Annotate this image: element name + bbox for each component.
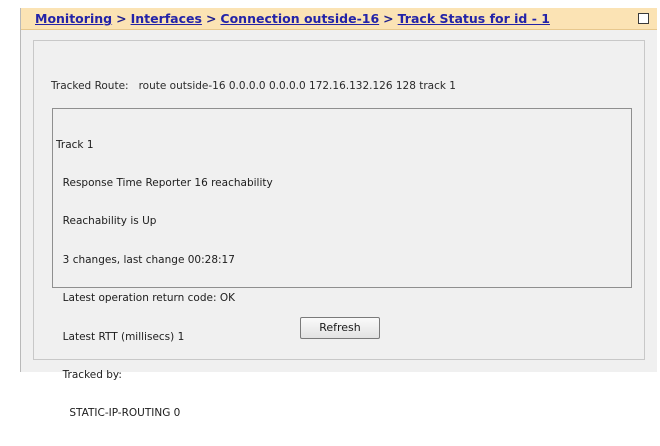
track-status-window: Monitoring > Interfaces > Connection outside… [20,8,657,419]
tracked-route: Tracked Route: route outside-16 0.0.0.0 0… [51,80,456,92]
status-line: 3 changes, last change 00:28:17 [56,253,235,266]
track-status-output[interactable]: Track 1 Response Time Reporter 16 reacha… [52,108,632,419]
status-line: Tracked by: [56,368,122,381]
status-line: STATIC-IP-ROUTING 0 [56,407,181,420]
status-line: Reachability is Up [56,215,157,228]
breadcrumb: Monitoring > Interfaces > Connection outside… [21,8,657,30]
tracked-route-value: route outside-16 0.0.0.0 0.0.0.0 172.16.… [138,80,456,92]
breadcrumb-interfaces[interactable]: Interfaces [131,11,202,26]
breadcrumb-separator: > [383,11,394,26]
breadcrumb-separator: > [205,11,217,26]
status-line: Latest operation return code: OK [56,292,236,305]
breadcrumb-track-status[interactable]: Track Status for id - 1 [398,11,550,26]
maximize-icon[interactable] [638,13,649,24]
status-line: Track 1 [56,138,94,151]
status-line: Response Time Reporter 16 reachability [56,176,273,189]
breadcrumb-monitoring[interactable]: Monitoring [35,11,112,26]
tracked-route-label: Tracked Route: [51,80,129,92]
breadcrumb-separator: > [116,11,127,26]
content-panel: Tracked Route: route outside-16 0.0.0.0 0… [33,40,645,419]
refresh-button[interactable]: Refresh [300,317,380,339]
breadcrumb-connection[interactable]: Connection outside-16 [220,11,379,26]
